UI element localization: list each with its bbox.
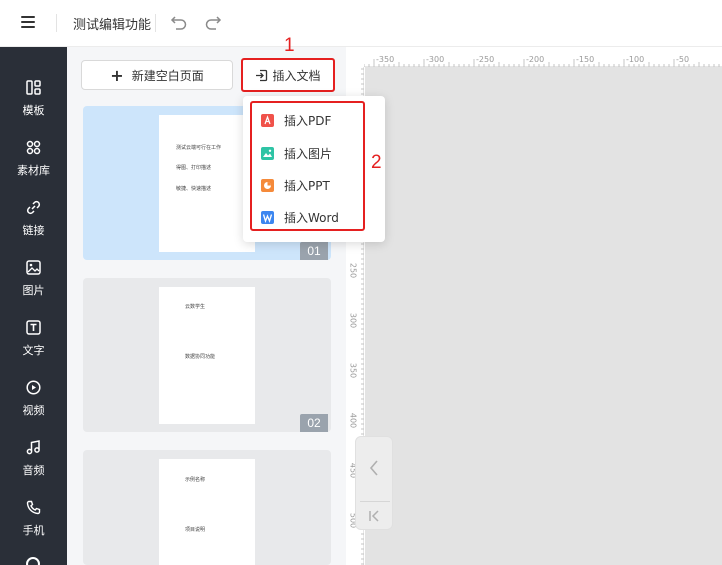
- sidebar-item-label: 图片: [22, 284, 45, 297]
- redo-icon[interactable]: [204, 13, 222, 31]
- link-icon: [26, 200, 41, 215]
- thumbnail-text: 测试云端可行在工作: [176, 145, 222, 151]
- annotation-box-1: [241, 58, 335, 92]
- more-icon: [26, 557, 40, 565]
- collapse-panel-control[interactable]: [355, 436, 393, 530]
- audio-icon: [26, 440, 40, 455]
- ruler-tick-label: -50: [676, 55, 690, 64]
- text-icon: [26, 320, 41, 335]
- page-thumbnail: 云数学生 数据协同功能: [159, 287, 255, 424]
- page-number-badge: 02: [300, 414, 328, 432]
- collapse-to-start-icon[interactable]: [368, 509, 380, 523]
- annotation-number-2: 2: [371, 152, 382, 173]
- page-thumbnail: 测试云端可行在工作 得图、打印描述 敏捷、快速描述: [159, 115, 255, 252]
- top-ruler: -350 -300 -250 -200 -150 -100 -50: [346, 47, 722, 67]
- ruler-tick-label: -200: [526, 55, 545, 64]
- sidebar-item-video[interactable]: 视频: [0, 372, 67, 432]
- ruler-corner: [346, 47, 364, 67]
- material-icon: [26, 140, 41, 155]
- page-card[interactable]: 云数学生 数据协同功能 02: [83, 278, 331, 432]
- new-blank-page-label: 新建空白页面: [131, 68, 204, 83]
- undo-icon[interactable]: [170, 13, 188, 31]
- sidebar-item-label: 模板: [22, 104, 45, 117]
- divider: [360, 501, 390, 502]
- left-sidebar: 模板 素材库 链接 图片 文字 视频 音频 手机: [0, 47, 67, 565]
- ruler-tick-label: 300: [348, 312, 358, 329]
- chevron-left-icon[interactable]: [368, 459, 380, 477]
- new-blank-page-button[interactable]: + 新建空白页面: [81, 60, 233, 90]
- sidebar-item-link[interactable]: 链接: [0, 192, 67, 252]
- sidebar-item-label: 链接: [22, 224, 45, 237]
- ruler-tick-label: 250: [348, 262, 358, 279]
- plus-icon: +: [110, 65, 124, 85]
- sidebar-item-image[interactable]: 图片: [0, 252, 67, 312]
- thumbnail-text: 云数学生: [185, 304, 206, 310]
- page-card[interactable]: 示例名称 项目说明: [83, 450, 331, 565]
- page-thumbnail: 示例名称 项目说明: [159, 459, 255, 565]
- sidebar-item-phone[interactable]: 手机: [0, 492, 67, 552]
- phone-icon: [26, 500, 41, 515]
- template-icon: [26, 80, 41, 95]
- ruler-tick-label: -350: [376, 55, 395, 64]
- page-number-badge: 01: [300, 242, 328, 260]
- annotation-number-1: 1: [284, 35, 295, 56]
- ruler-tick-label: -300: [426, 55, 445, 64]
- ruler-tick-label: -150: [576, 55, 595, 64]
- sidebar-item-label: 素材库: [17, 164, 50, 177]
- sidebar-item-template[interactable]: 模板: [0, 72, 67, 132]
- sidebar-item-label: 文字: [22, 344, 45, 357]
- sidebar-item-label: 音频: [22, 464, 45, 477]
- thumbnail-text: 敏捷、快速描述: [176, 186, 212, 192]
- editor-canvas[interactable]: [365, 67, 722, 565]
- top-bar: 测试编辑功能: [0, 0, 722, 47]
- video-icon: [26, 380, 41, 395]
- thumbnail-text: 示例名称: [185, 477, 206, 483]
- hamburger-icon[interactable]: [21, 16, 35, 28]
- thumbnail-text: 数据协同功能: [185, 354, 216, 360]
- header-divider: [155, 14, 156, 32]
- sidebar-item-text[interactable]: 文字: [0, 312, 67, 372]
- thumbnail-text: 项目说明: [185, 527, 206, 533]
- header-divider: [56, 14, 57, 32]
- ruler-tick-label: 350: [348, 362, 358, 379]
- annotation-box-2: [250, 101, 365, 231]
- ruler-tick-label: 400: [348, 412, 358, 429]
- document-title[interactable]: 测试编辑功能: [73, 14, 151, 33]
- sidebar-item-material[interactable]: 素材库: [0, 132, 67, 192]
- image-icon: [26, 260, 41, 275]
- ruler-tick-label: -250: [476, 55, 495, 64]
- ruler-tick-label: -100: [626, 55, 645, 64]
- sidebar-item-label: 视频: [22, 404, 45, 417]
- thumbnail-text: 得图、打印描述: [176, 165, 212, 171]
- sidebar-item-label: 手机: [22, 524, 45, 537]
- sidebar-item-audio[interactable]: 音频: [0, 432, 67, 492]
